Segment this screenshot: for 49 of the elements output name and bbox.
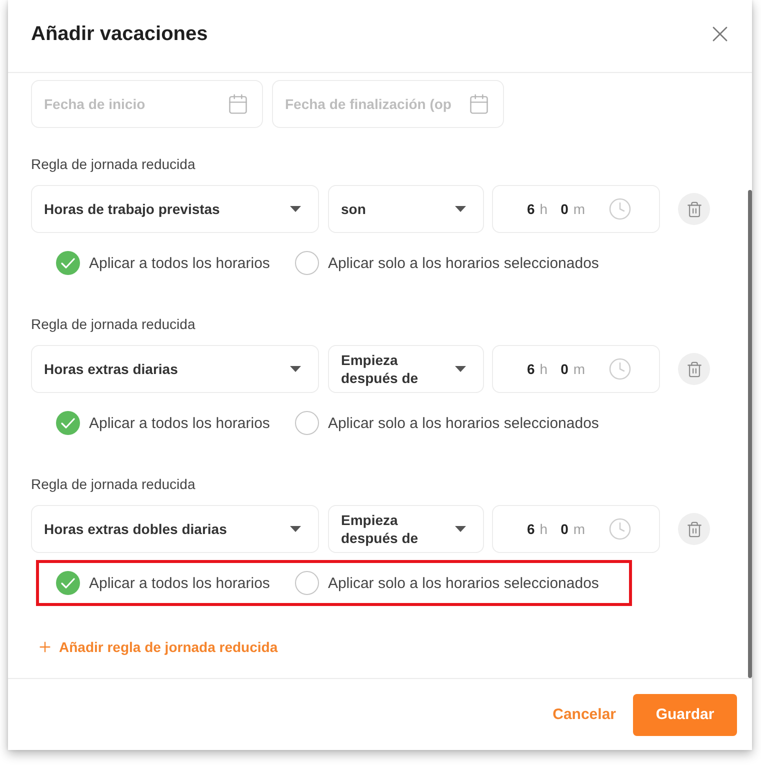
radio-button[interactable] <box>56 571 80 595</box>
scrollbar-thumb[interactable] <box>748 190 752 678</box>
dialog-title: Añadir vacaciones <box>31 22 208 46</box>
metric-select[interactable]: Horas extras diarias <box>31 345 319 393</box>
condition-select[interactable]: son <box>328 185 484 233</box>
metric-select[interactable]: Horas de trabajo previstas <box>31 185 319 233</box>
calendar-icon <box>227 93 249 115</box>
metric-select[interactable]: Horas extras dobles diarias <box>31 505 319 553</box>
duration-field[interactable]: 6 h 0 m <box>492 505 660 553</box>
delete-button[interactable] <box>678 513 710 545</box>
rule-label: Regla de jornada reducida <box>31 155 196 174</box>
delete-button[interactable] <box>678 193 710 225</box>
trash-icon <box>686 360 702 378</box>
clock-icon <box>608 197 632 221</box>
option-label: Aplicar a todos los horarios <box>89 254 270 272</box>
caret-icon <box>455 206 466 212</box>
delete-button[interactable] <box>678 353 710 385</box>
radio-button[interactable] <box>294 251 319 275</box>
caret-icon <box>455 526 466 532</box>
calendar-icon <box>468 93 490 115</box>
condition-select[interactable]: Empieza después de <box>328 505 484 553</box>
date-field[interactable]: Fecha de finalización (op <box>272 80 504 128</box>
condition-select[interactable]: Empieza después de <box>328 345 484 393</box>
option-label: Aplicar solo a los horarios seleccionados <box>328 414 599 432</box>
date-field[interactable]: Fecha de inicio <box>31 80 263 128</box>
clock-icon <box>608 357 632 381</box>
option-label: Aplicar a todos los horarios <box>89 414 270 432</box>
option-label: Aplicar solo a los horarios seleccionados <box>328 574 599 592</box>
option-label: Aplicar a todos los horarios <box>89 574 270 592</box>
duration-field[interactable]: 6 h 0 m <box>492 345 660 393</box>
check-icon <box>61 258 75 268</box>
caret-icon <box>290 366 301 372</box>
radio-button[interactable] <box>56 411 80 435</box>
rule-label: Regla de jornada reducida <box>31 475 196 494</box>
check-icon <box>61 418 75 428</box>
radio-button[interactable] <box>294 411 319 435</box>
radio-button[interactable] <box>294 571 319 595</box>
clock-icon <box>608 517 632 541</box>
caret-icon <box>290 206 301 212</box>
option-label: Aplicar solo a los horarios seleccionados <box>328 254 599 272</box>
radio-button[interactable] <box>56 251 80 275</box>
trash-icon <box>686 520 702 538</box>
trash-icon <box>686 200 702 218</box>
caret-icon <box>455 366 466 372</box>
duration-field[interactable]: 6 h 0 m <box>492 185 660 233</box>
plus-icon <box>37 639 53 655</box>
check-icon <box>61 578 75 588</box>
caret-icon <box>290 526 301 532</box>
rule-label: Regla de jornada reducida <box>31 315 196 334</box>
